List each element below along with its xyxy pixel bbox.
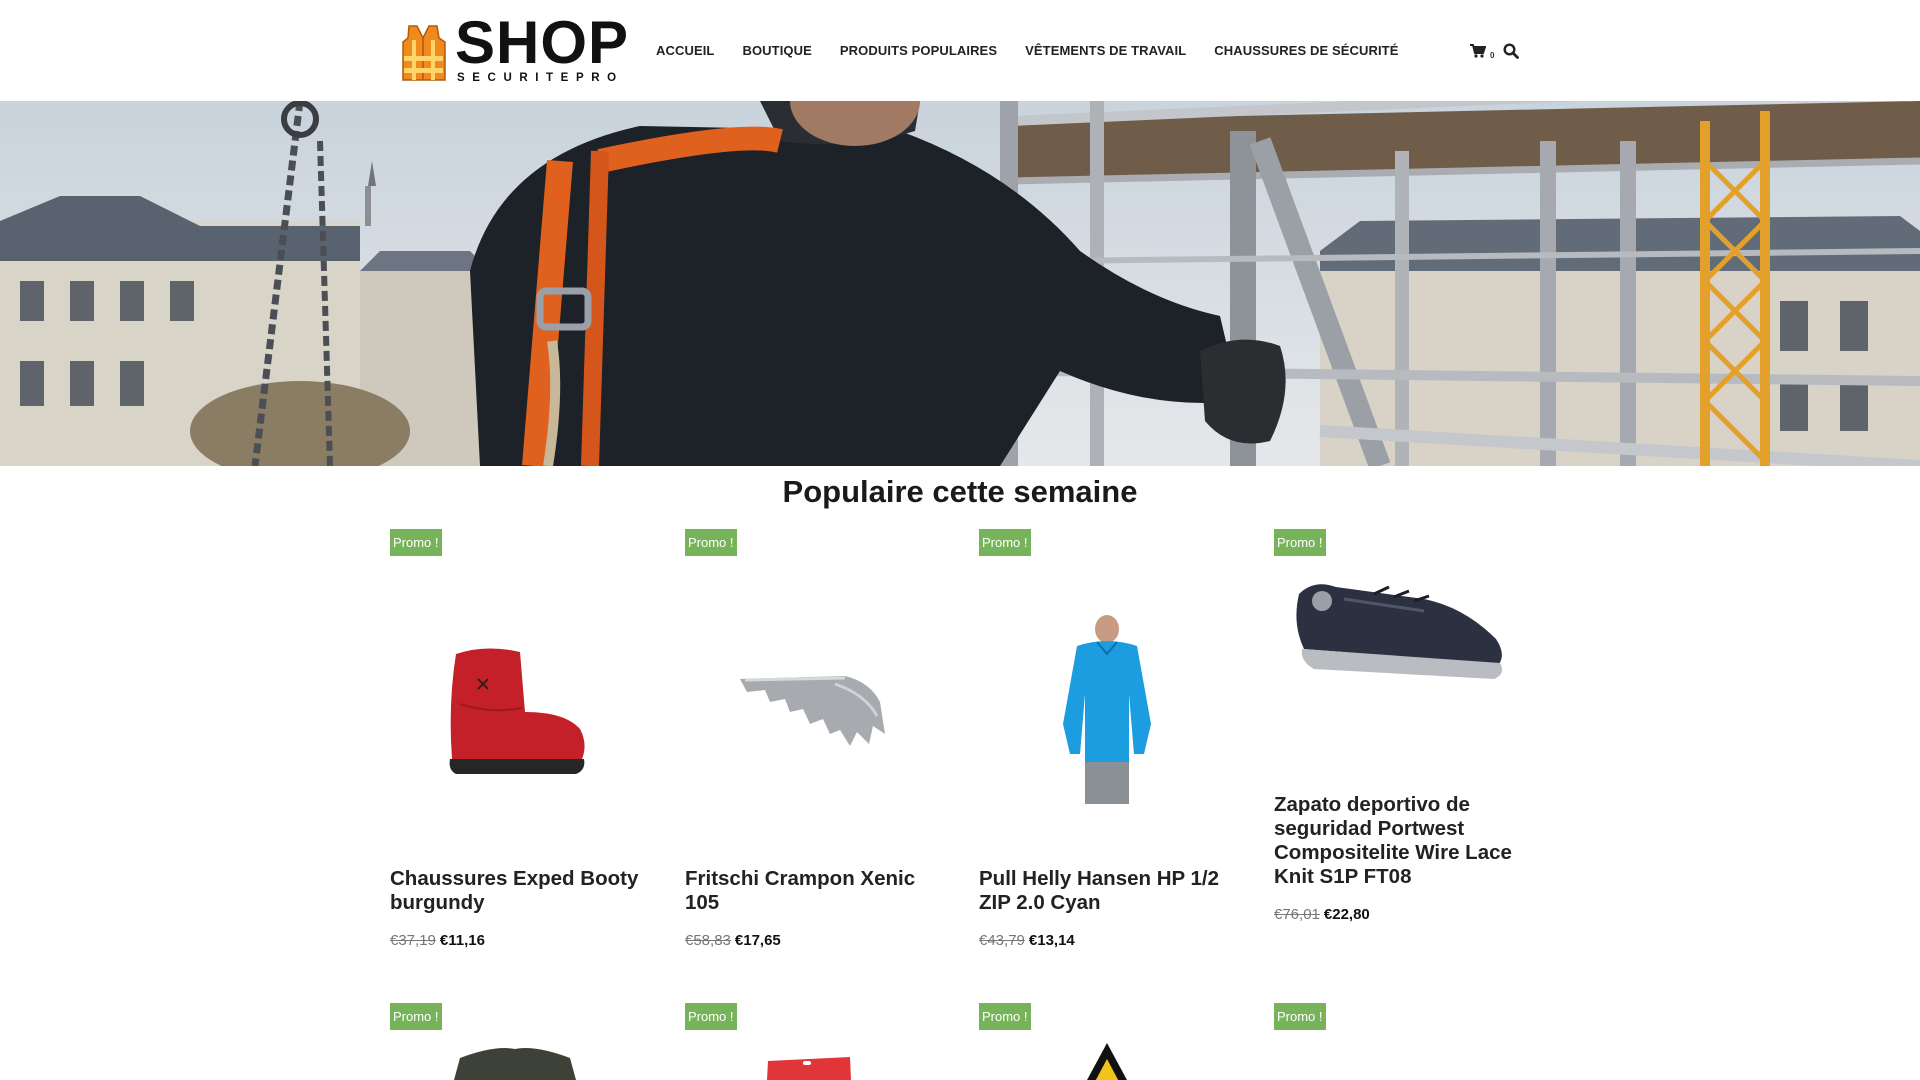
section-title: Populaire cette semaine <box>782 474 1138 509</box>
product-card[interactable]: Promo ! <box>390 1003 640 1080</box>
product-price: €43,79 €13,14 <box>979 932 1075 949</box>
hero-banner <box>0 101 1920 466</box>
product-image-pullover[interactable] <box>979 584 1229 834</box>
old-price: €76,01 <box>1274 906 1320 923</box>
cart-button[interactable]: 0 <box>1470 42 1496 62</box>
logo-subtitle: SECURITEPRO <box>457 72 624 84</box>
product-card[interactable]: Promo ! Fritschi Crampon Xenic 105 €58,8… <box>685 529 935 959</box>
old-price: €58,83 <box>685 932 731 949</box>
sale-price: €13,14 <box>1028 932 1075 949</box>
product-name[interactable]: Fritschi Crampon Xenic 105 <box>685 867 935 915</box>
search-button[interactable] <box>1503 43 1521 61</box>
old-price: €37,19 <box>390 932 436 949</box>
product-card[interactable]: Promo ! Chaussures Exped Booty burgundy … <box>390 529 640 959</box>
product-image-booty[interactable] <box>390 584 640 834</box>
product-image-safety-shoe[interactable] <box>1274 529 1524 779</box>
promo-badge: Promo ! <box>979 1003 1031 1030</box>
nav-vetements-de-travail[interactable]: VÊTEMENTS DE TRAVAIL <box>1025 42 1186 60</box>
product-name[interactable]: Pull Helly Hansen HP 1/2 ZIP 2.0 Cyan <box>979 867 1229 915</box>
nav-produits-populaires[interactable]: PRODUITS POPULAIRES <box>840 42 997 60</box>
safety-vest-logo-icon <box>402 25 446 81</box>
product-name[interactable]: Chaussures Exped Booty burgundy <box>390 867 640 915</box>
product-card[interactable]: Promo ! <box>1274 1003 1524 1080</box>
product-name[interactable]: Zapato deportivo de seguridad Portwest C… <box>1274 793 1524 889</box>
product-card[interactable]: Promo ! <box>685 1003 935 1080</box>
nav-accueil[interactable]: ACCUEIL <box>656 42 714 60</box>
product-price: €76,01 €22,80 <box>1274 906 1370 923</box>
product-price: €58,83 €17,65 <box>685 932 781 949</box>
promo-badge: Promo ! <box>1274 529 1326 556</box>
hero-worker-scaffold-image <box>0 101 1920 466</box>
main-nav: ACCUEIL BOUTIQUE PRODUITS POPULAIRES VÊT… <box>656 42 1398 60</box>
nav-boutique[interactable]: BOUTIQUE <box>742 42 811 60</box>
product-card[interactable]: Promo ! Zapato deportivo de seguridad Po… <box>1274 529 1524 939</box>
cart-count: 0 <box>1490 51 1495 60</box>
promo-badge: Promo ! <box>979 529 1031 556</box>
sale-price: €17,65 <box>734 932 781 949</box>
product-card[interactable]: Promo ! <box>979 1003 1229 1080</box>
sale-price: €11,16 <box>439 932 485 949</box>
product-card[interactable]: Promo ! Pull Helly Hansen HP 1/2 ZIP 2.0… <box>979 529 1229 959</box>
search-icon <box>1503 43 1519 59</box>
old-price: €43,79 <box>979 932 1025 949</box>
product-price: €37,19 €11,16 <box>390 932 485 949</box>
promo-badge: Promo ! <box>1274 1003 1326 1030</box>
product-image-crampon[interactable] <box>685 584 935 834</box>
promo-badge: Promo ! <box>390 529 442 556</box>
nav-chaussures-de-securite[interactable]: CHAUSSURES DE SÉCURITÉ <box>1214 42 1398 60</box>
cart-icon <box>1470 44 1486 58</box>
site-header: SHOP SECURITEPRO ACCUEIL BOUTIQUE PRODUI… <box>0 0 1920 101</box>
promo-badge: Promo ! <box>685 1003 737 1030</box>
logo-title: SHOP <box>455 9 630 76</box>
sale-price: €22,80 <box>1323 906 1370 923</box>
promo-badge: Promo ! <box>685 529 737 556</box>
promo-badge: Promo ! <box>390 1003 442 1030</box>
